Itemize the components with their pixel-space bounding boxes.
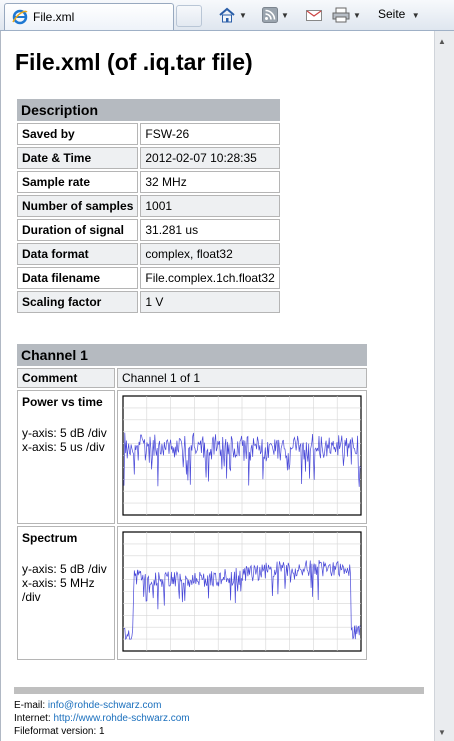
table-row: Date & Time 2012-02-07 10:28:35 (17, 147, 280, 169)
chevron-down-icon: ▼ (239, 10, 247, 20)
channel-header: Channel 1 (17, 344, 367, 366)
row-label: Sample rate (17, 171, 139, 193)
internet-label: Internet: (14, 713, 51, 724)
rss-icon (262, 7, 278, 23)
row-label: Duration of signal (17, 219, 139, 241)
spectrum-yaxis-text: y-axis: 5 dB /div (22, 562, 107, 576)
row-label: Saved by (17, 123, 139, 145)
description-header: Description (17, 99, 280, 121)
description-table: Description Saved by FSW-26 Date & Time 20… (15, 97, 282, 315)
spectrum-plot-cell (117, 526, 367, 660)
comment-value: Channel 1 of 1 (117, 368, 367, 388)
spectrum-plot-title: Spectrum (22, 531, 78, 545)
channel-table: Channel 1 Comment Channel 1 of 1 Power v… (15, 342, 369, 662)
table-row: Data format complex, float32 (17, 243, 280, 265)
table-row: Duration of signal 31.281 us (17, 219, 280, 241)
table-row: Comment Channel 1 of 1 (17, 368, 367, 388)
power-xaxis-text: x-axis: 5 us /div (22, 440, 105, 454)
print-button[interactable]: ▼ (332, 5, 361, 25)
row-label: Date & Time (17, 147, 139, 169)
mail-icon (306, 8, 322, 22)
footer: E-mail: info@rohde-schwarz.com Internet:… (14, 699, 190, 738)
browser-toolbar: File.xml ▼ ▼ ▼ Seite ▼ (0, 0, 454, 31)
fileformat-version: Fileformat version: 1 (14, 726, 105, 737)
chevron-down-icon: ▼ (281, 10, 289, 20)
power-plot-cell (117, 390, 367, 524)
table-row: Sample rate 32 MHz (17, 171, 280, 193)
home-button[interactable]: ▼ (218, 5, 247, 25)
print-icon (332, 7, 350, 23)
table-row: Power vs time y-axis: 5 dB /div x-axis: … (17, 390, 367, 524)
table-row: Scaling factor 1 V (17, 291, 280, 313)
row-value: 1001 (140, 195, 280, 217)
row-label: Number of samples (17, 195, 139, 217)
document-view: File.xml (of .iq.tar file) Description S… (0, 31, 434, 741)
page-menu-button[interactable]: Seite ▼ (378, 7, 420, 21)
page-title: File.xml (of .iq.tar file) (15, 49, 253, 75)
power-plot-label: Power vs time y-axis: 5 dB /div x-axis: … (17, 390, 115, 524)
home-icon (218, 7, 236, 24)
row-value: 2012-02-07 10:28:35 (140, 147, 280, 169)
new-tab-button[interactable] (176, 5, 202, 27)
internet-link[interactable]: http://www.rohde-schwarz.com (53, 713, 189, 724)
table-row: Data filename File.complex.1ch.float32 (17, 267, 280, 289)
row-value: complex, float32 (140, 243, 280, 265)
spectrum-xaxis-text: x-axis: 5 MHz /div (22, 576, 95, 604)
vertical-scrollbar[interactable]: ▲ ▼ (434, 31, 454, 741)
power-vs-time-plot (122, 395, 362, 516)
comment-label: Comment (17, 368, 115, 388)
browser-tab[interactable]: File.xml (4, 3, 174, 30)
row-value: 32 MHz (140, 171, 280, 193)
spectrum-plot (122, 531, 362, 652)
row-value: FSW-26 (140, 123, 280, 145)
mail-button[interactable] (306, 5, 322, 25)
table-row: Number of samples 1001 (17, 195, 280, 217)
row-value: File.complex.1ch.float32 (140, 267, 280, 289)
page-menu-label: Seite (378, 7, 406, 21)
scroll-up-icon[interactable]: ▲ (438, 37, 446, 46)
feeds-button[interactable]: ▼ (262, 5, 289, 25)
row-value: 1 V (140, 291, 280, 313)
email-link[interactable]: info@rohde-schwarz.com (48, 700, 162, 711)
table-row: Saved by FSW-26 (17, 123, 280, 145)
footer-divider (14, 687, 424, 694)
row-value: 31.281 us (140, 219, 280, 241)
chevron-down-icon: ▼ (353, 10, 361, 20)
ie-icon (12, 9, 28, 25)
row-label: Data format (17, 243, 139, 265)
email-label: E-mail: (14, 700, 46, 711)
row-label: Data filename (17, 267, 139, 289)
power-plot-title: Power vs time (22, 395, 103, 409)
table-row: Spectrum y-axis: 5 dB /div x-axis: 5 MHz… (17, 526, 367, 660)
spectrum-plot-label: Spectrum y-axis: 5 dB /div x-axis: 5 MHz… (17, 526, 115, 660)
chevron-down-icon: ▼ (411, 11, 420, 20)
power-yaxis-text: y-axis: 5 dB /div (22, 426, 107, 440)
row-label: Scaling factor (17, 291, 139, 313)
scroll-down-icon[interactable]: ▼ (438, 728, 446, 737)
tab-title: File.xml (33, 10, 75, 24)
